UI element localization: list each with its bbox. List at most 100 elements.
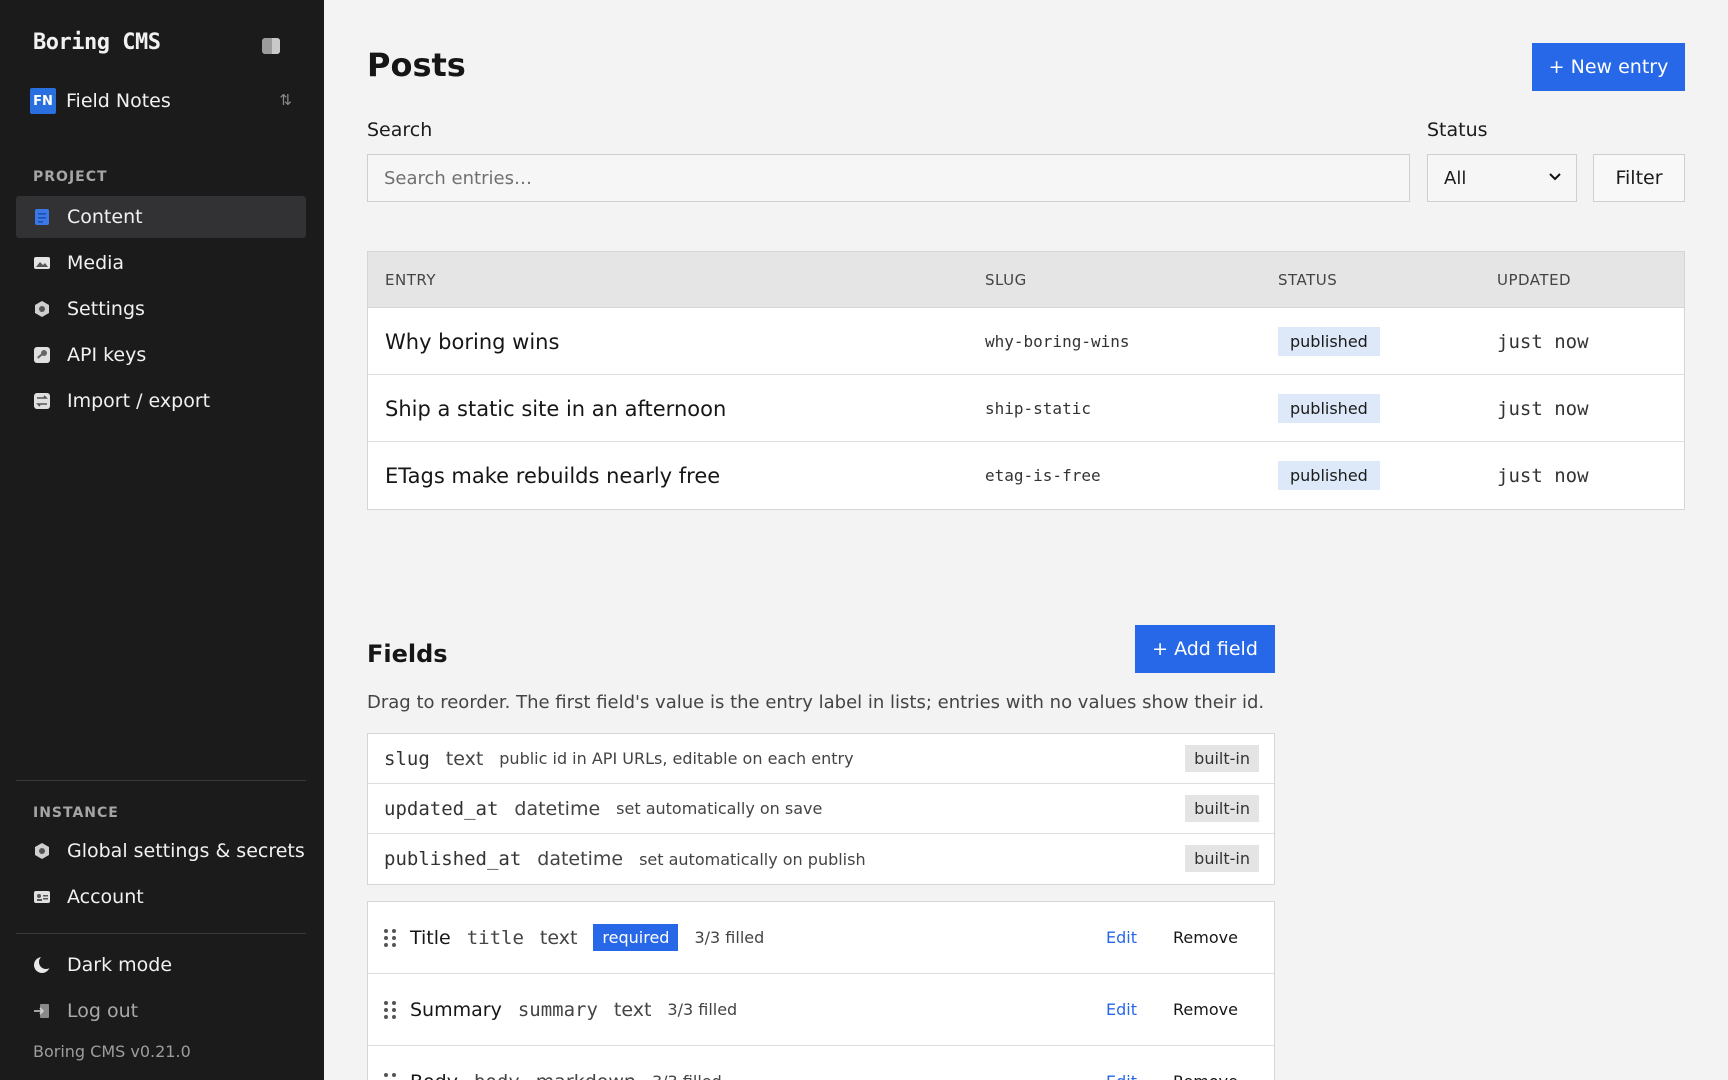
project-name: Field Notes — [66, 90, 171, 112]
sidebar-item-label: Content — [67, 206, 143, 228]
search-input[interactable] — [367, 154, 1410, 202]
sidebar-divider — [16, 933, 306, 934]
list-item[interactable]: Summary summary text 3/3 filled Edit Rem… — [368, 974, 1274, 1046]
field-note: set automatically on save — [616, 799, 823, 818]
logout-button[interactable]: Log out — [16, 990, 306, 1032]
dark-mode-label: Dark mode — [67, 954, 173, 976]
edit-field-link[interactable]: Edit — [1106, 928, 1137, 947]
drag-handle-icon[interactable] — [384, 928, 396, 947]
column-header-updated: UPDATED — [1497, 270, 1572, 289]
field-type: markdown — [536, 1071, 636, 1080]
sidebar-item-content[interactable]: Content — [16, 196, 306, 238]
field-type: text — [613, 998, 652, 1021]
app-version: Boring CMS v0.21.0 — [33, 1042, 191, 1061]
filter-button[interactable]: Filter — [1593, 154, 1685, 202]
global-settings-icon — [33, 842, 51, 860]
status-select[interactable]: All — [1427, 154, 1577, 202]
swap-icon: ⇅ — [279, 91, 292, 109]
entry-updated: just now — [1497, 330, 1589, 353]
field-type: text — [445, 747, 484, 770]
list-item: updated_at datetime set automatically on… — [368, 784, 1274, 834]
account-icon — [33, 888, 51, 906]
media-icon — [33, 254, 51, 272]
drag-handle-icon[interactable] — [384, 1072, 396, 1080]
list-item[interactable]: Title title text required 3/3 filled Edi… — [368, 902, 1274, 974]
sidebar-item-global-settings[interactable]: Global settings & secrets — [16, 830, 306, 872]
sidebar-item-import-export[interactable]: Import / export — [16, 380, 306, 422]
field-type: datetime — [514, 797, 601, 820]
search-label: Search — [367, 119, 433, 141]
section-label-project: PROJECT — [33, 169, 108, 185]
field-note: set automatically on publish — [639, 849, 866, 869]
drag-handle-icon[interactable] — [384, 1000, 396, 1019]
remove-field-button[interactable]: Remove — [1173, 928, 1238, 947]
column-header-entry: ENTRY — [385, 270, 436, 289]
entry-title[interactable]: Ship a static site in an afternoon — [385, 397, 726, 421]
list-item: slug text public id in API URLs, editabl… — [368, 734, 1274, 784]
sidebar-item-label: Settings — [67, 298, 145, 320]
sidebar-item-label: Import / export — [67, 390, 211, 412]
sidebar-toggle-icon[interactable] — [262, 38, 280, 54]
field-key: summary — [517, 998, 598, 1021]
field-type: text — [539, 926, 578, 949]
field-key: updated_at — [384, 797, 499, 820]
chevron-down-icon — [1548, 169, 1562, 187]
field-note: public id in API URLs, editable on each … — [499, 749, 854, 768]
page-title: Posts — [367, 46, 466, 84]
settings-icon — [33, 300, 51, 318]
table-row[interactable]: Why boring wins why-boring-wins publishe… — [368, 308, 1684, 375]
filled-count: 3/3 filled — [694, 928, 765, 947]
field-key: title — [466, 926, 524, 949]
key-icon — [33, 346, 51, 364]
fields-title: Fields — [367, 640, 448, 668]
field-type: datetime — [537, 848, 624, 870]
sidebar-item-label: Media — [67, 252, 125, 274]
import-export-icon — [33, 392, 51, 410]
remove-field-button[interactable]: Remove — [1173, 1072, 1238, 1080]
entry-updated: just now — [1497, 464, 1589, 487]
section-label-instance: INSTANCE — [33, 805, 119, 821]
field-label: Body — [410, 1071, 458, 1080]
field-key: published_at — [384, 848, 522, 870]
add-field-button[interactable]: + Add field — [1135, 625, 1275, 673]
dark-mode-toggle[interactable]: Dark mode — [16, 944, 306, 986]
sidebar-item-settings[interactable]: Settings — [16, 288, 306, 330]
field-key: body — [474, 1071, 520, 1080]
field-key: slug — [384, 747, 430, 770]
logout-label: Log out — [67, 1000, 139, 1022]
logout-icon — [33, 1002, 51, 1020]
remove-field-button[interactable]: Remove — [1173, 1000, 1238, 1019]
content-icon — [33, 208, 51, 226]
sidebar-item-api-keys[interactable]: API keys — [16, 334, 306, 376]
required-badge: required — [593, 924, 679, 951]
new-entry-button[interactable]: + New entry — [1532, 43, 1685, 91]
status-badge: published — [1278, 394, 1380, 423]
project-badge: FN — [30, 88, 56, 114]
status-badge: published — [1278, 327, 1380, 356]
sidebar-item-account[interactable]: Account — [16, 876, 306, 918]
entry-title[interactable]: Why boring wins — [385, 330, 559, 354]
fields-description: Drag to reorder. The first field's value… — [367, 692, 1265, 713]
sidebar-item-label: Global settings & secrets — [67, 840, 305, 862]
table-row[interactable]: ETags make rebuilds nearly free etag-is-… — [368, 442, 1684, 509]
list-item[interactable]: Body body markdown 3/3 filled Edit Remov… — [368, 1046, 1274, 1080]
entry-slug: etag-is-free — [985, 466, 1101, 485]
field-label: Summary — [410, 998, 502, 1021]
edit-field-link[interactable]: Edit — [1106, 1000, 1137, 1019]
sidebar-item-media[interactable]: Media — [16, 242, 306, 284]
builtin-badge: built-in — [1185, 745, 1259, 772]
custom-fields-list: Title title text required 3/3 filled Edi… — [367, 901, 1275, 1080]
sidebar-item-label: Account — [67, 886, 144, 908]
project-switcher[interactable]: FN Field Notes ⇅ — [30, 88, 294, 114]
builtin-badge: built-in — [1185, 845, 1259, 872]
entry-updated: just now — [1497, 397, 1589, 420]
table-header: ENTRY SLUG STATUS UPDATED — [368, 252, 1684, 308]
status-label: Status — [1427, 119, 1488, 141]
sidebar-divider — [16, 780, 306, 781]
edit-field-link[interactable]: Edit — [1106, 1072, 1137, 1080]
table-row[interactable]: Ship a static site in an afternoon ship-… — [368, 375, 1684, 442]
entry-title[interactable]: ETags make rebuilds nearly free — [385, 464, 720, 488]
builtin-badge: built-in — [1185, 795, 1259, 822]
status-badge: published — [1278, 461, 1380, 490]
status-select-value: All — [1444, 167, 1467, 189]
